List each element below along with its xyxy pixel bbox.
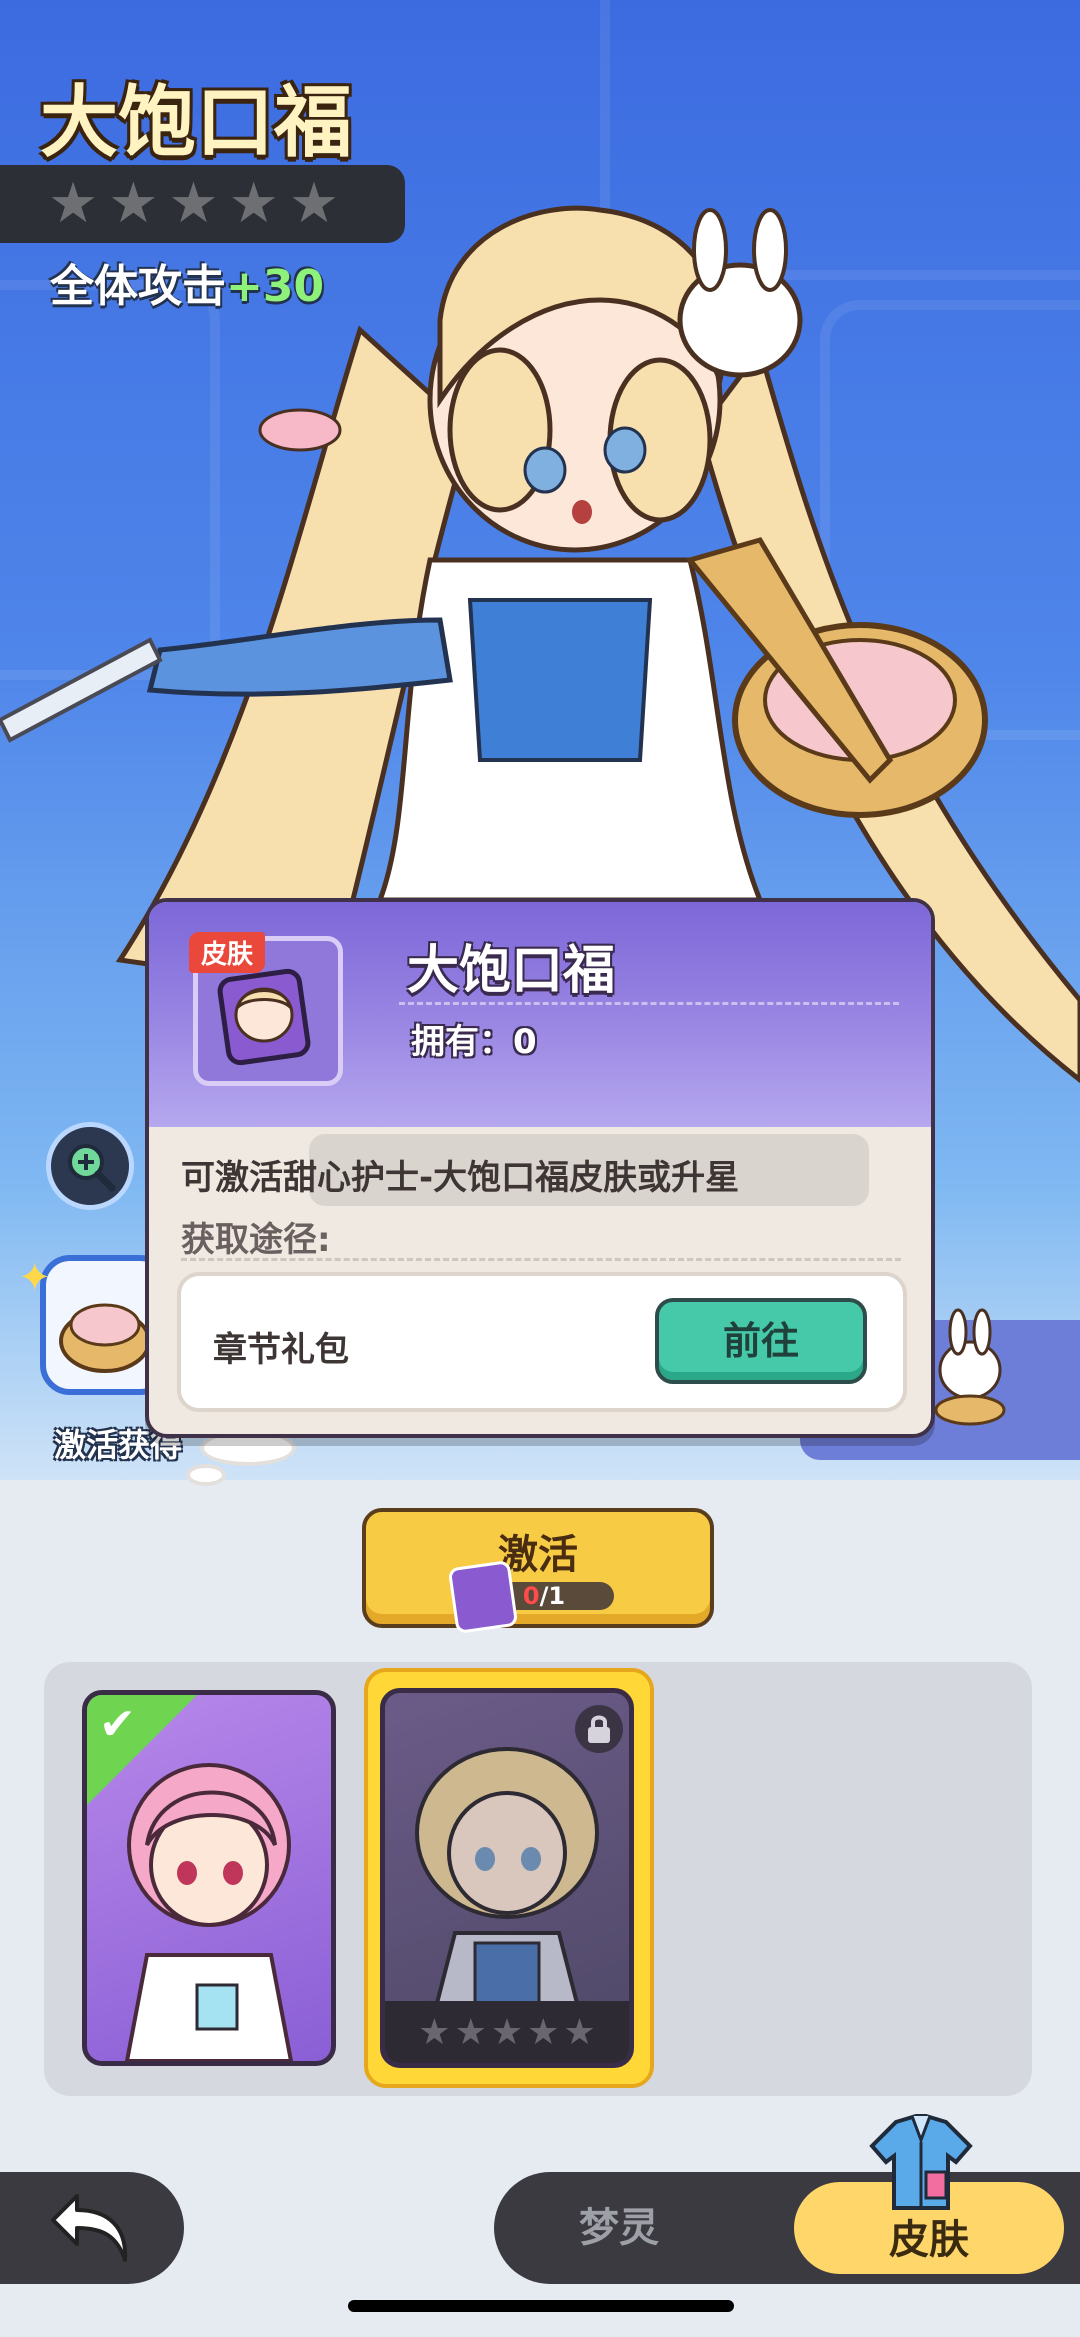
skin-card-nurse[interactable]: ✔ [82,1690,336,2066]
back-arrow-icon [51,2194,128,2262]
popup-item-name: 大饱口福 [407,941,616,1001]
skin-card-dabaokoufu[interactable]: ★ ★ ★ ★ ★ [380,1688,634,2068]
attack-value: +30 [226,261,325,312]
star-icon: ★ [48,171,99,236]
check-icon: ✔ [99,1699,136,1750]
skin-token-icon [447,1560,519,1634]
source-name: 章节礼包 [213,1330,349,1370]
item-description: 可激活甜心护士-大饱口福皮肤或升星 [181,1158,740,1198]
cost-need: /1 [539,1582,566,1610]
zoom-button[interactable] [46,1122,134,1210]
lock-icon [575,1705,623,1753]
go-button[interactable]: 前往 [655,1298,867,1384]
item-info-popup: 皮肤 大饱口福 拥有：0 可激活甜心护士-大饱口福皮肤或升星 获取途径: 章节礼… [145,898,935,1438]
outfit-icon [869,2114,973,2210]
star-icon: ★ [418,2011,451,2053]
home-indicator[interactable] [348,2300,734,2312]
star-icon: ★ [454,2011,487,2053]
divider [399,1002,899,1005]
star-icon: ★ [527,2011,560,2053]
star-icon: ★ [108,171,159,236]
back-button[interactable] [0,2172,184,2284]
star-rating: ★ ★ ★ ★ ★ [0,165,405,243]
activate-button[interactable]: 激活 0/1 [362,1508,714,1634]
activate-label: 激活 [498,1532,578,1578]
cost-have: 0 [522,1582,540,1610]
skin-tag: 皮肤 [189,932,266,973]
star-icon: ★ [563,2011,596,2053]
tab-bar: 梦灵 皮肤 [494,2114,1080,2284]
card-star-rating: ★ ★ ★ ★ ★ [385,2001,629,2063]
obtain-way-label: 获取途径: [181,1220,331,1260]
bubble-decor [186,1464,226,1486]
divider [181,1258,901,1261]
attack-bonus: 全体攻击+30 [50,250,324,314]
sparkle-icon: ✦ [18,1255,52,1301]
skin-title: 大饱口福 [40,78,353,168]
star-icon: ★ [168,171,219,236]
owned-count: 拥有：0 [411,1022,537,1062]
source-row: 章节礼包 前往 [177,1272,907,1412]
zoom-in-icon [68,1144,116,1192]
star-icon: ★ [490,2011,524,2053]
tab-dream-spirit[interactable]: 梦灵 [494,2172,744,2284]
star-icon: ★ [228,171,279,236]
star-icon: ★ [288,171,340,236]
popup-header: 皮肤 大饱口福 拥有：0 [149,902,931,1127]
attack-label: 全体攻击 [50,261,226,312]
bunny-icon [934,1308,1006,1426]
